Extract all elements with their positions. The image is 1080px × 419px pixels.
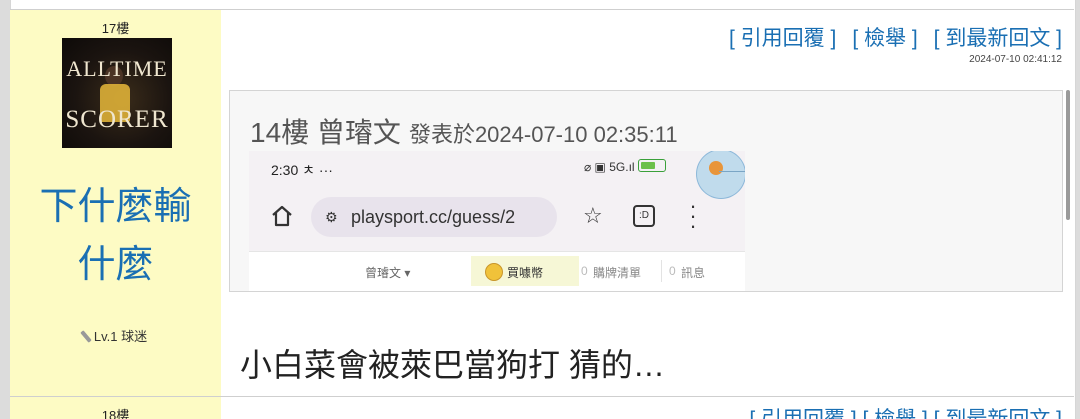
user-level-text: Lv.1 球迷 bbox=[93, 329, 148, 344]
nav-coin-label: 買噱幣 bbox=[507, 266, 544, 280]
tabs-icon: :D bbox=[633, 205, 655, 227]
quoted-post: 14樓 曾璿文 發表於2024-07-10 02:35:11 2:30 ㅊ ···… bbox=[229, 90, 1063, 292]
nav-coin: 買噱幣 bbox=[471, 256, 579, 286]
quote-header: 14樓 曾璿文 發表於2024-07-10 02:35:11 bbox=[250, 111, 678, 151]
url-bar: ⚙ playsport.cc/guess/2 bbox=[311, 197, 557, 237]
site-settings-icon: ⚙ bbox=[325, 209, 338, 225]
star-icon: ☆ bbox=[583, 203, 603, 228]
home-icon bbox=[272, 205, 292, 227]
quoted-screenshot: 2:30 ㅊ ··· ⌀ ▣ 5G.ıl ⚙ playsport.cc/gues… bbox=[249, 151, 745, 291]
user-nickname[interactable]: 下什麼輸 什麼 bbox=[10, 178, 221, 294]
status-time: 2:30 ㅊ ··· bbox=[271, 162, 333, 178]
site-nav-row: 曾璿文 ▾ 買噱幣 0 購牌清單 0 訊息 bbox=[249, 251, 745, 291]
user-nickname-line1: 下什麼輸 bbox=[39, 186, 192, 228]
next-floor-number: 18樓 bbox=[101, 408, 130, 419]
user-level: Lv.1 球迷 bbox=[10, 326, 221, 345]
browser-url-row: ⚙ playsport.cc/guess/2 ☆ :D · · · bbox=[249, 189, 745, 245]
post-actions: [ 引用回覆 ] [ 檢舉 ] [ 到最新回文 ] bbox=[729, 22, 1062, 52]
quote-author: 14樓 曾璿文 bbox=[250, 117, 401, 148]
avatar[interactable]: ALLTIME SCORER bbox=[62, 38, 172, 148]
nav-user: 曾璿文 ▾ bbox=[365, 266, 411, 280]
quote-meta: 發表於2024-07-10 02:35:11 bbox=[408, 122, 678, 147]
nav-count-message: 0 bbox=[669, 264, 676, 278]
nav-message: 訊息 bbox=[681, 266, 706, 280]
avatar-text-bottom: SCORER bbox=[65, 106, 169, 133]
phone-status-bar: 2:30 ㅊ ··· ⌀ ▣ 5G.ıl bbox=[249, 151, 745, 199]
quote-reply-link[interactable]: [ 引用回覆 ] bbox=[729, 27, 836, 50]
nav-count-purchase: 0 bbox=[581, 264, 588, 278]
pencil-icon bbox=[80, 330, 92, 343]
touch-line bbox=[719, 171, 745, 172]
more-icon: · · · bbox=[689, 193, 697, 238]
post-timestamp: 2024-07-10 02:41:12 bbox=[969, 54, 1062, 65]
report-link[interactable]: [ 檢舉 ] bbox=[852, 27, 917, 50]
next-forum-post: 18樓 [ 引用回覆 ] [ 檢舉 ] [ 到最新回文 ] bbox=[10, 397, 1074, 419]
floor-number: 17樓 bbox=[101, 21, 130, 36]
latest-reply-link[interactable]: [ 到最新回文 ] bbox=[934, 27, 1062, 50]
user-nickname-line2: 什麼 bbox=[77, 244, 154, 286]
status-icons: ⌀ ▣ 5G.ıl bbox=[584, 159, 666, 174]
url-text: playsport.cc/guess/2 bbox=[351, 207, 516, 227]
battery-icon bbox=[637, 159, 666, 172]
post-body: 小白菜會被萊巴當狗打 猜的… bbox=[240, 347, 665, 383]
network-label: 5G bbox=[609, 160, 626, 174]
avatar-text-top: ALLTIME bbox=[66, 56, 168, 81]
next-post-actions[interactable]: [ 引用回覆 ] [ 檢舉 ] [ 到最新回文 ] bbox=[749, 403, 1062, 419]
forum-post: 17樓 ALLTIME SCORER 下什麼輸 什麼 Lv.1 球迷 [ 引用回… bbox=[10, 9, 1074, 397]
user-info-panel: 17樓 ALLTIME SCORER 下什麼輸 什麼 Lv.1 球迷 bbox=[10, 10, 221, 396]
next-user-info-panel: 18樓 bbox=[10, 397, 221, 419]
scrollbar[interactable] bbox=[1066, 90, 1070, 220]
nav-purchase-list: 購牌清單 bbox=[593, 266, 642, 280]
touch-dot-icon bbox=[709, 161, 723, 175]
nav-divider bbox=[661, 260, 662, 282]
coin-icon bbox=[485, 263, 503, 281]
